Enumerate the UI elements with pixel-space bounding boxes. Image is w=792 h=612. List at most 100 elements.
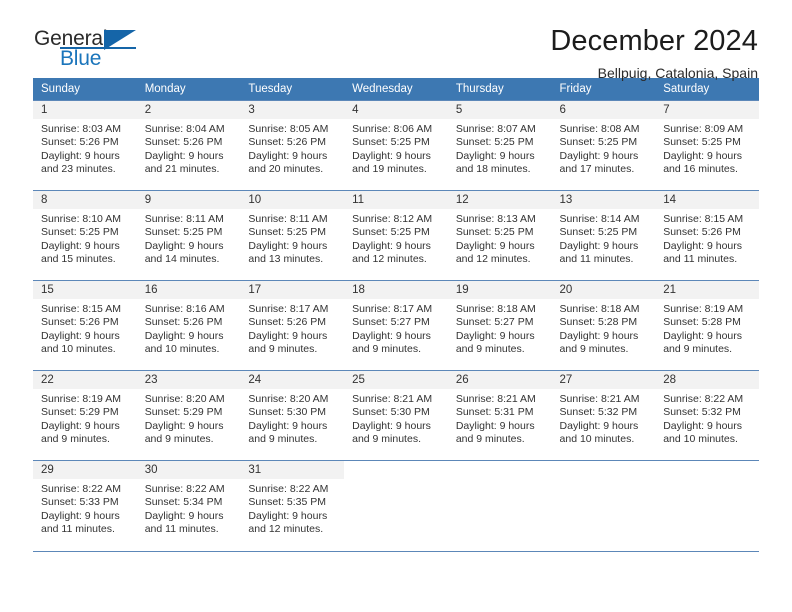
day-info: Sunrise: 8:07 AM Sunset: 5:25 PM Daylight:… [448,119,552,176]
calendar-day-cell[interactable]: 17 Sunrise: 8:17 AM Sunset: 5:26 PM Dayligh… [240,280,345,371]
calendar-day-cell[interactable]: 28 Sunrise: 8:22 AM Sunset: 5:32 PM Dayligh… [655,370,759,461]
sunset-text: Sunset: 5:28 PM [559,316,638,329]
daylight-text-line2: and 10 minutes. [41,342,116,355]
logo-text-general: General [34,27,108,50]
daylight-text-line1: Daylight: 9 hours [144,509,224,522]
day-number: 19 [447,281,552,299]
daylight-text-line1: Daylight: 9 hours [248,509,328,522]
sunrise-text: Sunrise: 8:17 AM [248,303,329,315]
day-info: Sunrise: 8:09 AM Sunset: 5:25 PM Daylight:… [655,119,759,176]
general-blue-logo[interactable]: General Blue [34,26,144,72]
calendar-body: 1 Sunrise: 8:03 AM Sunset: 5:26 PM Daylight… [33,100,759,551]
day-info: Sunrise: 8:19 AM Sunset: 5:28 PM Daylight:… [655,299,759,356]
calendar-day-cell[interactable]: 26 Sunrise: 8:21 AM Sunset: 5:31 PM Dayligh… [447,370,552,461]
day-info: Sunrise: 8:08 AM Sunset: 5:25 PM Daylight:… [552,119,656,176]
day-number: 4 [344,101,448,119]
calendar-day-cell[interactable]: 21 Sunrise: 8:19 AM Sunset: 5:28 PM Dayligh… [655,280,759,371]
day-number: 28 [655,371,759,389]
daylight-text-line2: and 11 minutes. [144,522,219,535]
day-number: 30 [136,461,241,479]
sunset-text: Sunset: 5:25 PM [455,136,534,149]
day-number: 8 [33,191,137,209]
calendar-week-row: 22 Sunrise: 8:19 AM Sunset: 5:29 PM Dayligh… [33,370,759,461]
day-info: Sunrise: 8:18 AM Sunset: 5:27 PM Daylight:… [448,299,552,356]
day-info: Sunrise: 8:21 AM Sunset: 5:32 PM Daylight:… [552,389,656,446]
calendar-day-cell[interactable]: 22 Sunrise: 8:19 AM Sunset: 5:29 PM Dayligh… [33,370,137,461]
sunrise-text: Sunrise: 8:22 AM [41,483,121,495]
daylight-text-line2: and 12 minutes. [455,252,531,265]
day-number: 10 [240,191,345,209]
calendar-day-cell[interactable]: 8 Sunrise: 8:10 AM Sunset: 5:25 PM Daylight… [33,190,137,281]
day-number: 18 [344,281,448,299]
day-info: Sunrise: 8:13 AM Sunset: 5:25 PM Daylight:… [448,209,552,266]
calendar-day-cell[interactable]: 2 Sunrise: 8:04 AM Sunset: 5:26 PM Daylight… [136,100,241,191]
calendar-day-cell[interactable]: 4 Sunrise: 8:06 AM Sunset: 5:25 PM Daylight… [344,100,448,191]
sunrise-text: Sunrise: 8:07 AM [455,123,536,135]
sunrise-text: Sunrise: 8:21 AM [455,393,536,405]
calendar-day-cell[interactable]: 3 Sunrise: 8:05 AM Sunset: 5:26 PM Daylight… [240,100,345,191]
sunrise-text: Sunrise: 8:14 AM [559,213,640,225]
calendar-day-cell[interactable]: 19 Sunrise: 8:18 AM Sunset: 5:27 PM Dayligh… [447,280,552,371]
sunrise-text: Sunrise: 8:08 AM [559,123,640,135]
weekday-header-saturday: Saturday [655,78,759,101]
sunrise-text: Sunrise: 8:22 AM [663,393,744,405]
calendar-wrapper: Sunday Monday Tuesday Wednesday Thursday… [0,78,792,551]
day-info: Sunrise: 8:17 AM Sunset: 5:27 PM Daylight:… [344,299,448,356]
daylight-text-line2: and 9 minutes. [352,432,421,445]
calendar-day-cell[interactable]: 7 Sunrise: 8:09 AM Sunset: 5:25 PM Daylight… [655,100,759,191]
calendar-day-cell[interactable]: 29 Sunrise: 8:22 AM Sunset: 5:33 PM Dayligh… [33,460,137,551]
weekday-header-sunday: Sunday [33,78,137,101]
sunset-text: Sunset: 5:33 PM [41,496,119,509]
day-number: 7 [655,101,759,119]
day-info: Sunrise: 8:05 AM Sunset: 5:26 PM Daylight:… [240,119,344,176]
day-info: Sunrise: 8:21 AM Sunset: 5:31 PM Daylight:… [448,389,552,446]
weekday-header-row: Sunday Monday Tuesday Wednesday Thursday… [33,78,759,101]
day-info: Sunrise: 8:12 AM Sunset: 5:25 PM Daylight:… [344,209,448,266]
sunrise-text: Sunrise: 8:20 AM [248,393,329,405]
calendar-table: Sunday Monday Tuesday Wednesday Thursday… [33,78,759,551]
sunset-text: Sunset: 5:27 PM [455,316,534,329]
calendar-day-cell[interactable]: 11 Sunrise: 8:12 AM Sunset: 5:25 PM Dayligh… [344,190,448,281]
calendar-day-cell[interactable]: 5 Sunrise: 8:07 AM Sunset: 5:25 PM Daylight… [447,100,552,191]
calendar-day-cell[interactable]: 10 Sunrise: 8:11 AM Sunset: 5:25 PM Dayligh… [240,190,345,281]
calendar-page: General Blue December 2024 Bellpuig, Cat… [0,0,792,612]
calendar-day-cell[interactable]: 24 Sunrise: 8:20 AM Sunset: 5:30 PM Dayligh… [240,370,345,461]
page-header: General Blue December 2024 Bellpuig, Cat… [0,0,792,81]
day-info: Sunrise: 8:20 AM Sunset: 5:30 PM Daylight:… [240,389,344,446]
calendar-day-cell[interactable]: 20 Sunrise: 8:18 AM Sunset: 5:28 PM Dayligh… [551,280,656,371]
calendar-day-cell[interactable]: 16 Sunrise: 8:16 AM Sunset: 5:26 PM Dayligh… [136,280,241,371]
calendar-day-cell[interactable]: 9 Sunrise: 8:11 AM Sunset: 5:25 PM Daylight… [136,190,241,281]
calendar-day-cell-empty [447,460,552,551]
daylight-text-line2: and 11 minutes. [41,522,115,535]
calendar-day-cell[interactable]: 15 Sunrise: 8:15 AM Sunset: 5:26 PM Dayligh… [33,280,137,371]
sunrise-text: Sunrise: 8:22 AM [144,483,225,495]
sunset-text: Sunset: 5:25 PM [559,136,638,149]
day-info: Sunrise: 8:16 AM Sunset: 5:26 PM Daylight:… [137,299,241,356]
calendar-day-cell[interactable]: 13 Sunrise: 8:14 AM Sunset: 5:25 PM Dayligh… [551,190,656,281]
day-info: Sunrise: 8:15 AM Sunset: 5:26 PM Daylight:… [33,299,137,356]
calendar-day-cell[interactable]: 6 Sunrise: 8:08 AM Sunset: 5:25 PM Daylight… [551,100,656,191]
daylight-text-line2: and 9 minutes. [144,432,214,445]
daylight-text-line2: and 11 minutes. [559,252,634,265]
calendar-day-cell[interactable]: 31 Sunrise: 8:22 AM Sunset: 5:35 PM Dayligh… [240,460,345,551]
calendar-day-cell[interactable]: 30 Sunrise: 8:22 AM Sunset: 5:34 PM Dayligh… [136,460,241,551]
calendar-day-cell[interactable]: 1 Sunrise: 8:03 AM Sunset: 5:26 PM Daylight… [33,100,137,191]
daylight-text-line2: and 15 minutes. [41,252,116,265]
calendar-day-cell[interactable]: 27 Sunrise: 8:21 AM Sunset: 5:32 PM Dayligh… [551,370,656,461]
calendar-day-cell[interactable]: 12 Sunrise: 8:13 AM Sunset: 5:25 PM Dayligh… [447,190,552,281]
daylight-text-line2: and 9 minutes. [559,342,629,355]
daylight-text-line2: and 13 minutes. [248,252,324,265]
sunrise-text: Sunrise: 8:18 AM [559,303,640,315]
calendar-day-cell[interactable]: 14 Sunrise: 8:15 AM Sunset: 5:26 PM Dayligh… [655,190,759,281]
calendar-day-cell[interactable]: 23 Sunrise: 8:20 AM Sunset: 5:29 PM Dayligh… [136,370,241,461]
sunset-text: Sunset: 5:27 PM [352,316,430,329]
daylight-text-line1: Daylight: 9 hours [559,329,639,342]
weekday-header-thursday: Thursday [447,78,552,101]
calendar-day-cell[interactable]: 25 Sunrise: 8:21 AM Sunset: 5:30 PM Dayligh… [344,370,448,461]
sunrise-text: Sunrise: 8:22 AM [248,483,329,495]
calendar-day-cell[interactable]: 18 Sunrise: 8:17 AM Sunset: 5:27 PM Dayligh… [344,280,448,371]
daylight-text-line1: Daylight: 9 hours [144,239,224,252]
daylight-text-line1: Daylight: 9 hours [352,149,431,162]
day-info: Sunrise: 8:04 AM Sunset: 5:26 PM Daylight:… [137,119,241,176]
sunrise-text: Sunrise: 8:19 AM [41,393,121,405]
